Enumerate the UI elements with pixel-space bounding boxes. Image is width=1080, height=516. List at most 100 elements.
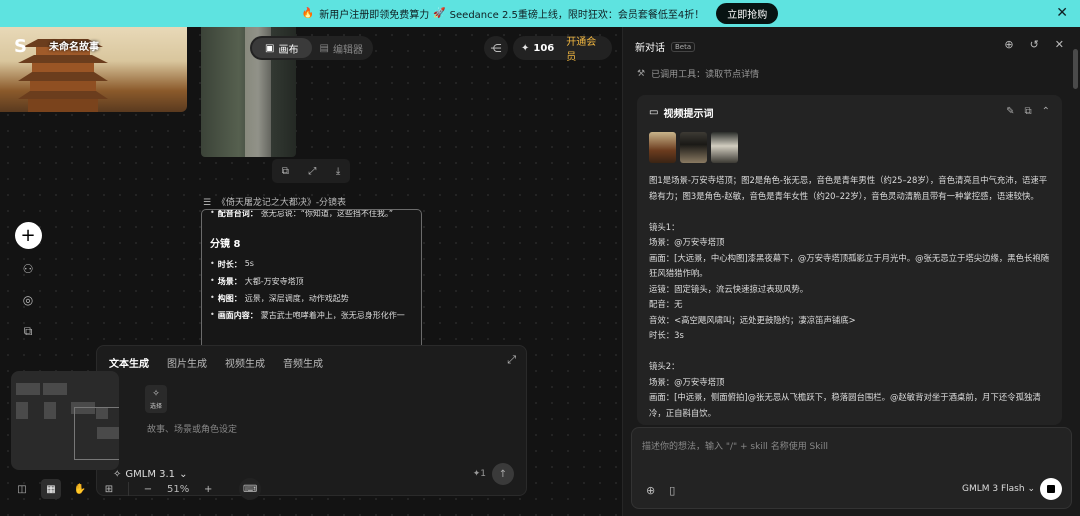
video-prompt-card: ▭ 视频提示词 ✎ ⧉ ⌃ 图1是场景-万安寺塔顶；图2是角色-张无忌，音色是青…	[637, 95, 1062, 425]
editor-icon: ▤	[319, 42, 329, 54]
edit-icon[interactable]: ✎	[1006, 106, 1014, 117]
chat-model-label: GMLM 3 Flash	[962, 484, 1025, 494]
grid-icon[interactable]: ⊞	[99, 479, 119, 499]
stop-button[interactable]	[1040, 478, 1062, 500]
list-item: • 时长： 5s	[210, 259, 254, 269]
minimap-node	[44, 402, 56, 419]
dialogue-label: 配音台词：	[217, 209, 258, 218]
close-banner-icon[interactable]: ✕	[1056, 5, 1068, 21]
tab-video-gen[interactable]: 视频生成	[225, 355, 265, 370]
tab-text-gen[interactable]: 文本生成	[109, 355, 149, 370]
shot-line: 场景：@万安寺塔顶	[649, 237, 725, 247]
thumbnail-pagoda[interactable]	[649, 132, 676, 163]
list-item: • 构图： 远景，深层调度，动作戏起势	[210, 293, 349, 303]
zoom-level[interactable]: 51%	[167, 484, 189, 495]
sparkle-icon: ✧	[152, 388, 160, 399]
chevron-up-icon[interactable]: ⌃	[1042, 106, 1050, 117]
tab-editor[interactable]: ▤ 编辑器	[312, 38, 372, 58]
pages-icon[interactable]: ⧉	[17, 320, 39, 342]
select-button[interactable]: ✧ 选择	[145, 385, 167, 413]
cost-indicator: ✦1	[472, 469, 486, 479]
close-icon[interactable]: ✕	[1055, 38, 1064, 51]
list-item: • 画面内容： 蒙古武士咆哮着冲上，张无忌身形化作一	[210, 310, 405, 320]
chat-header: 新对话 Beta	[635, 39, 696, 54]
shot-line: 画面：[大远景，中心构图]漆黑夜幕下，@万安寺塔顶孤影立于月光中。@张无忌立于塔…	[649, 252, 1050, 279]
download-icon[interactable]: ⤓	[336, 166, 340, 177]
card-title: 视频提示词	[663, 109, 714, 120]
share-icon: ⋲	[490, 41, 502, 55]
stop-icon	[1047, 485, 1055, 493]
story-title[interactable]: 未命名故事	[49, 38, 99, 53]
rocket-icon: 🚀	[433, 8, 446, 19]
banner-text-suffix: Seedance 2.5重磅上线，限时狂欢：会员套餐低至4折！	[449, 10, 705, 21]
shot-line: 时长：3s	[649, 330, 684, 340]
new-chat-icon[interactable]: ⊕	[1004, 38, 1013, 51]
zoom-out-button[interactable]: −	[138, 479, 158, 499]
nodes-icon[interactable]: ⚇	[17, 258, 39, 280]
send-button[interactable]: ↑	[492, 463, 514, 485]
storyboard-heading: ☰ 《倚天屠龙记之大都决》-分镜表	[203, 195, 346, 208]
minimap-node	[16, 402, 28, 419]
shot-line: 运镜：固定镜头，流云快速掠过表现风势。	[649, 283, 809, 294]
generation-tabs: 文本生成 图片生成 视频生成 音频生成	[97, 346, 526, 379]
list-item: • 场景： 大都-万安寺塔顶	[210, 276, 304, 286]
prompt-intro: 图1是场景-万安寺塔顶；图2是角色-张无忌，音色是青年男性（约25–28岁），音…	[649, 175, 1048, 201]
tool-icon: ⚒	[637, 68, 646, 79]
pagoda-image-node[interactable]: S 未命名故事	[0, 27, 187, 112]
add-node-button[interactable]: +	[14, 222, 42, 249]
hand-icon[interactable]: ✋	[70, 479, 90, 499]
image-node-toolbar: ⧉ ⤢ ⤓	[272, 159, 350, 183]
keyboard-icon[interactable]: ⌨	[239, 478, 262, 500]
buy-now-button[interactable]: 立即抢购	[716, 3, 779, 24]
chat-header-actions: ⊕ ↺ ✕	[1004, 38, 1064, 51]
card-actions: ✎ ⧉ ⌃	[1006, 106, 1050, 117]
vip-button[interactable]: 开通会员	[566, 33, 604, 63]
shot-line: 镜头2：	[649, 361, 680, 371]
tool-call-line: ⚒ 已调用工具：读取节点详情	[637, 67, 759, 81]
credits-pill[interactable]: ✦ 106 开通会员	[513, 33, 612, 63]
thumbnail-zhang-wuji[interactable]	[680, 132, 707, 163]
reference-thumbnails	[649, 132, 1050, 163]
list-icon: ☰	[203, 198, 212, 208]
dialogue-text: 张无忌说：“你知道，这些挡不住我。”	[260, 209, 394, 218]
chat-input-actions: ⊕ ▯	[646, 484, 675, 497]
chat-model-selector[interactable]: GMLM 3 Flash ⌄	[962, 484, 1035, 494]
layout-icon[interactable]: ◫	[12, 479, 32, 499]
thumbnail-zhao-min[interactable]	[711, 132, 738, 163]
add-icon[interactable]: ⊕	[646, 484, 655, 497]
history-icon[interactable]: ↺	[1030, 38, 1039, 51]
sparkle-icon: ✦	[521, 42, 530, 54]
generation-panel: 文本生成 图片生成 视频生成 音频生成 ⤢ ✧ 选择 故事、场景或角色设定 ✧ …	[96, 345, 527, 496]
banner-text-prefix: 新用户注册即领免费算力	[319, 10, 430, 21]
select-label: 选择	[149, 402, 162, 410]
tab-canvas[interactable]: ▣ 画布	[252, 38, 312, 58]
storyboard-text-node[interactable]: • 配音台词： 张无忌说：“你知道，这些挡不住我。” 分镜 8 • 时长： 5s • 场景…	[201, 209, 422, 359]
canvas-area[interactable]: S 未命名故事 ⧉ ⤢ ⤓ ▣ 画布 ▤ 编辑器 ⋲ ✦ 106 开通会员 ☰ …	[0, 27, 622, 516]
minimap-viewport[interactable]	[74, 407, 119, 460]
minimap-node	[43, 383, 67, 395]
expand-icon[interactable]: ⤢	[507, 353, 516, 367]
chat-input-placeholder[interactable]: 描述你的想法，输入 "/" + skill 名称使用 Skill	[642, 439, 828, 452]
tab-audio-gen[interactable]: 音频生成	[283, 355, 323, 370]
user-icon[interactable]: ◎	[17, 289, 39, 311]
shot-line: 配音：无	[649, 299, 683, 309]
minimap-node	[16, 383, 40, 395]
chat-title: 新对话	[635, 43, 665, 54]
promo-banner: 🔥 新用户注册即领免费算力 🚀 Seedance 2.5重磅上线，限时狂欢：会员…	[0, 0, 1080, 27]
left-toolbar: + ⚇ ◎ ⧉	[14, 222, 42, 342]
chat-input-box[interactable]: 描述你的想法，输入 "/" + skill 名称使用 Skill ⊕ ▯ GML…	[631, 427, 1072, 509]
prompt-input[interactable]: 故事、场景或角色设定	[147, 422, 237, 435]
copy-icon[interactable]: ⧉	[1024, 106, 1031, 117]
card-header: ▭ 视频提示词	[649, 105, 1050, 120]
app-logo-icon[interactable]: S	[14, 36, 32, 58]
expand-icon[interactable]: ⤢	[308, 166, 316, 177]
copy-icon[interactable]: ⧉	[282, 166, 289, 177]
map-icon[interactable]: ▦	[41, 479, 61, 499]
zoom-in-button[interactable]: +	[198, 479, 218, 499]
storyboard-heading-text: 《倚天屠龙记之大都决》-分镜表	[216, 198, 347, 208]
minimap[interactable]	[11, 371, 119, 470]
book-icon[interactable]: ▯	[669, 484, 675, 497]
share-button[interactable]: ⋲	[484, 36, 508, 60]
tab-image-gen[interactable]: 图片生成	[167, 355, 207, 370]
scrollbar[interactable]	[1073, 49, 1078, 89]
